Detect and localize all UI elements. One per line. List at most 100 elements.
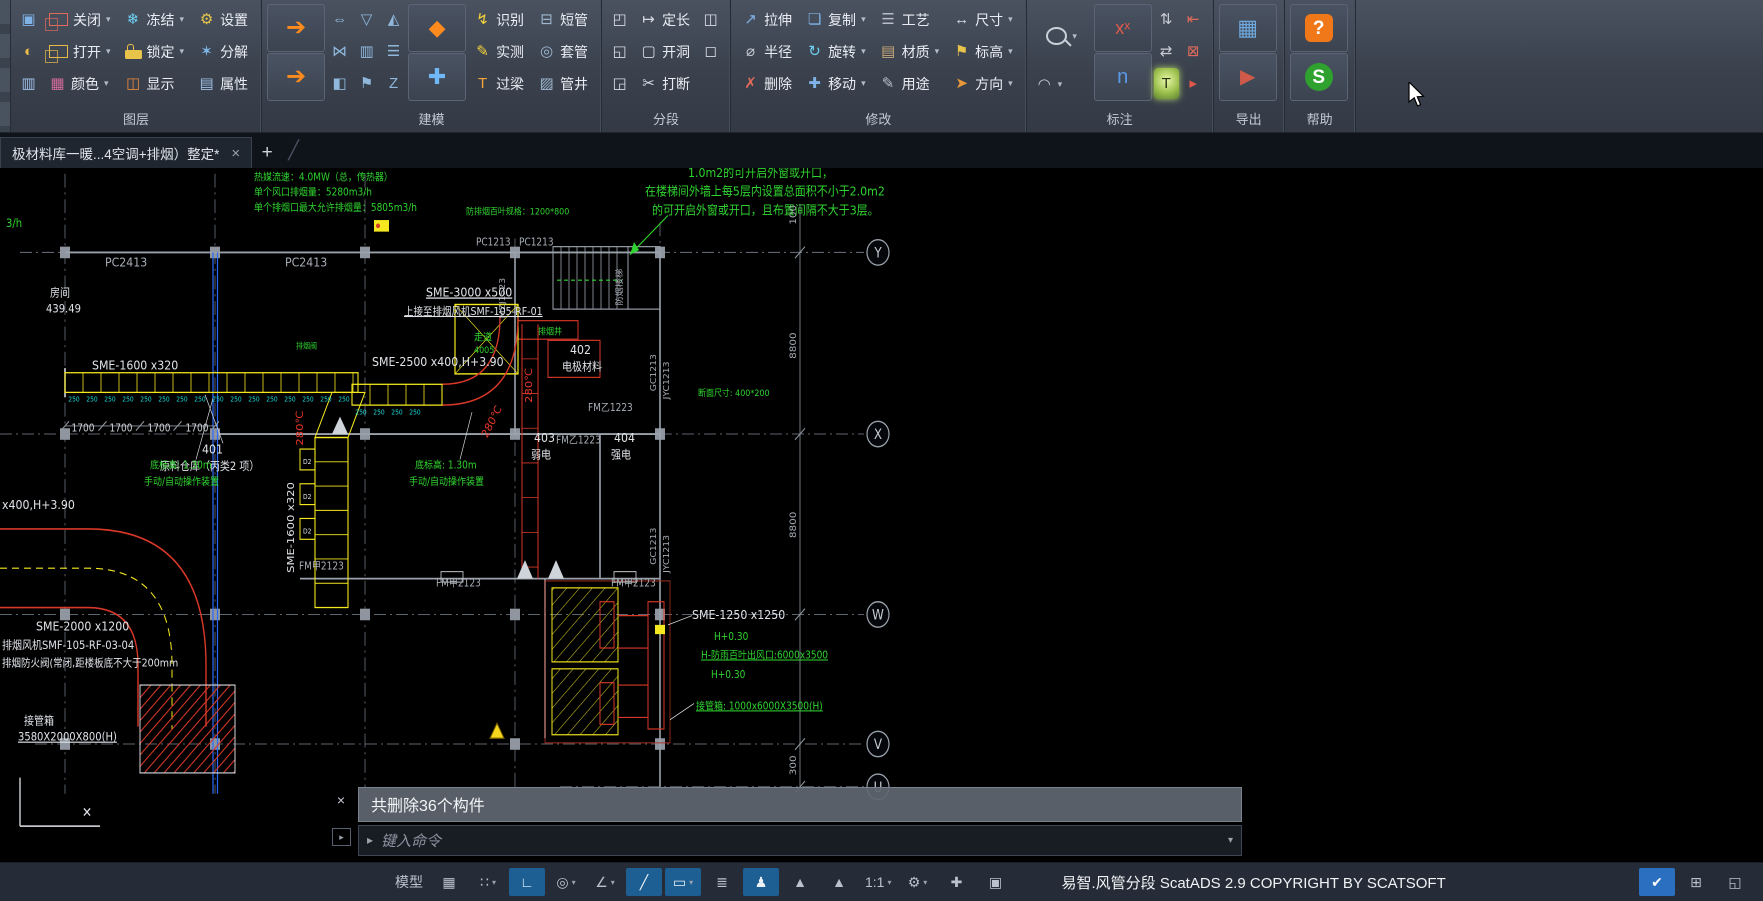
button-label: 开洞 — [662, 45, 690, 59]
layer-color-button[interactable]: ▦颜色▾ — [43, 68, 117, 99]
superscript-x-button[interactable]: xˣ — [1094, 4, 1152, 52]
new-tab-button[interactable]: + — [252, 138, 282, 168]
display-button[interactable]: ◫显示 — [119, 68, 191, 99]
export-run-button[interactable]: ▶ — [1219, 53, 1277, 101]
duct-forward-button[interactable]: ➔ — [267, 4, 325, 52]
crosshair-toggle-icon[interactable]: ✚ — [938, 868, 974, 896]
settings-button[interactable]: ⚙设置 — [192, 4, 254, 35]
process-button[interactable]: ☰工艺 — [874, 4, 946, 35]
z-duct-button[interactable]: Z — [381, 68, 406, 99]
ribbon-group-label: 分段 — [602, 110, 730, 132]
scatsoft-button[interactable]: S — [1290, 53, 1348, 101]
duct-return-button[interactable]: ➔ — [267, 53, 325, 101]
dim-align-button[interactable]: ⇅ — [1154, 4, 1179, 35]
move-button[interactable]: ✚移动▾ — [800, 68, 872, 99]
drawing-canvas[interactable]: YXWVU25025025025025025025025025025025025… — [0, 168, 1763, 862]
funnel-button[interactable]: ▽ — [354, 4, 379, 35]
explode-button[interactable]: ✶分解 — [192, 36, 254, 67]
grid-display-icon[interactable]: ▦ — [431, 868, 467, 896]
snap-icon[interactable]: ∟ — [509, 868, 545, 896]
elevation-button[interactable]: ⚑标高▾ — [947, 36, 1019, 67]
object-snap-icon[interactable]: ◎▾ — [548, 868, 584, 896]
button-label: 删除 — [764, 77, 792, 91]
selection-cycling-icon[interactable]: ♟ — [743, 868, 779, 896]
delete-dim-button[interactable]: ⊠ — [1181, 36, 1206, 67]
segment-style-c-button[interactable]: ◲ — [607, 68, 632, 99]
customization-icon[interactable]: ⚙▾ — [899, 868, 935, 896]
wall-duct-button[interactable]: ◧ — [327, 68, 352, 99]
status-label: 模型 — [395, 872, 423, 892]
layer-states-button[interactable]: ▣ — [16, 4, 41, 35]
update-check-icon[interactable]: ✔ — [1639, 868, 1675, 896]
break-button[interactable]: ✂打断 — [634, 68, 696, 99]
layer-previous-button[interactable]: ◐ — [16, 36, 41, 67]
annotation-visibility-icon[interactable]: ▲ — [782, 868, 818, 896]
layer-walk-button[interactable]: ▥ — [16, 68, 41, 99]
red-dim-button[interactable]: ⇤ — [1181, 4, 1206, 35]
copy-button[interactable]: ❏复制▾ — [800, 4, 872, 35]
segment-style-e-button[interactable]: ◻ — [698, 36, 723, 67]
dim-flip-button[interactable]: ⇄ — [1154, 36, 1179, 67]
lock-button[interactable]: 锁定▾ — [119, 36, 191, 67]
snap-mode-icon[interactable]: ∷▾ — [470, 868, 506, 896]
model-space-button[interactable]: 模型 — [390, 868, 428, 896]
lintel-button[interactable]: T过梁 — [468, 68, 530, 99]
prism-button[interactable]: ◭ — [381, 4, 406, 35]
opening-button[interactable]: ▢开洞 — [634, 36, 696, 67]
short-pipe-button[interactable]: ⊟短管 — [532, 4, 594, 35]
annotation-autoscale-icon[interactable]: ▲ — [821, 868, 857, 896]
svg-text:排烟防火阀(常闭,距楼板底不大于200mm: 排烟防火阀(常闭,距楼板底不大于200mm — [2, 656, 178, 670]
fixed-length-button[interactable]: ↦定长 — [634, 4, 696, 35]
export-table-button[interactable]: ▦ — [1219, 4, 1277, 52]
help-button[interactable]: ? — [1290, 4, 1348, 52]
stretch-button[interactable]: ↗拉伸 — [736, 4, 798, 35]
stack-duct-button[interactable]: ☰ — [381, 36, 406, 67]
layer-on-button[interactable]: 打开▾ — [43, 36, 117, 67]
button-label: 打断 — [662, 77, 690, 91]
command-input[interactable]: ▸ 键入命令 ▾ — [358, 825, 1242, 856]
sleeve-button[interactable]: ◎套管 — [532, 36, 594, 67]
radius-button[interactable]: ⌀半径 — [736, 36, 798, 67]
segment-style-d-button[interactable]: ◫ — [698, 4, 723, 35]
text-cursor-button[interactable]: T — [1154, 68, 1179, 99]
direction-button[interactable]: ➤方向▾ — [947, 68, 1019, 99]
play-dim-button[interactable]: ▸ — [1181, 68, 1206, 99]
close-command-icon[interactable]: × — [332, 791, 350, 809]
erase-button[interactable]: ✗删除 — [736, 68, 798, 99]
close-tab-icon[interactable]: × — [231, 145, 240, 162]
polar-tracking-icon[interactable]: ∠▾ — [587, 868, 623, 896]
clean-screen-icon[interactable]: ⊞ — [1678, 868, 1714, 896]
riser-button[interactable]: ▥ — [354, 36, 379, 67]
rotate-button[interactable]: ↻旋转▾ — [800, 36, 872, 67]
script-n-button[interactable]: n — [1094, 53, 1152, 101]
segment-style-b-button[interactable]: ◱ — [607, 36, 632, 67]
dynamic-input-icon[interactable]: ▭▾ — [665, 868, 701, 896]
material-button[interactable]: ▤材质▾ — [874, 36, 946, 67]
measure-button[interactable]: ✎实测 — [468, 36, 530, 67]
cad-drawing[interactable]: YXWVU25025025025025025025025025025025025… — [0, 168, 1763, 862]
annotation-scale-button[interactable]: 1:1▾ — [860, 868, 896, 896]
drawing-tab[interactable]: 极材料库一暖...4空调+排烟）整定* × — [0, 137, 252, 168]
usage-icon: ✎ — [880, 76, 897, 91]
segment-style-a-button[interactable]: ◰ — [607, 4, 632, 35]
cross-duct-button[interactable]: ✚ — [408, 53, 466, 101]
pipe-shaft-button[interactable]: ▨管井 — [532, 68, 594, 99]
command-expand-icon[interactable]: ▾ — [1228, 835, 1233, 846]
mirror-button[interactable]: ⇔ — [327, 4, 352, 35]
lineweight-icon[interactable]: ≣ — [704, 868, 740, 896]
connect-button[interactable]: ⋈ — [327, 36, 352, 67]
flag-duct-button[interactable]: ⚑ — [354, 68, 379, 99]
fullscreen-icon[interactable]: ◱ — [1717, 868, 1753, 896]
recognize-button[interactable]: ↯识别 — [468, 4, 530, 35]
zoom-annotation-button[interactable]: ▾ — [1032, 4, 1092, 68]
dimension-button[interactable]: ↔尺寸▾ — [947, 4, 1019, 35]
properties-button[interactable]: ▤属性 — [192, 68, 254, 99]
isolate-objects-icon[interactable]: ▣ — [977, 868, 1013, 896]
settings-icon: ⚙ — [198, 12, 215, 27]
diamond-button[interactable]: ◆ — [408, 4, 466, 52]
ortho-mode-icon[interactable]: ╱ — [626, 868, 662, 896]
arc-annotation-button[interactable]: ◠▾ — [1032, 69, 1092, 100]
usage-button[interactable]: ✎用途 — [874, 68, 946, 99]
layer-off-button[interactable]: 关闭▾ — [43, 4, 117, 35]
freeze-button[interactable]: ❄冻结▾ — [119, 4, 191, 35]
